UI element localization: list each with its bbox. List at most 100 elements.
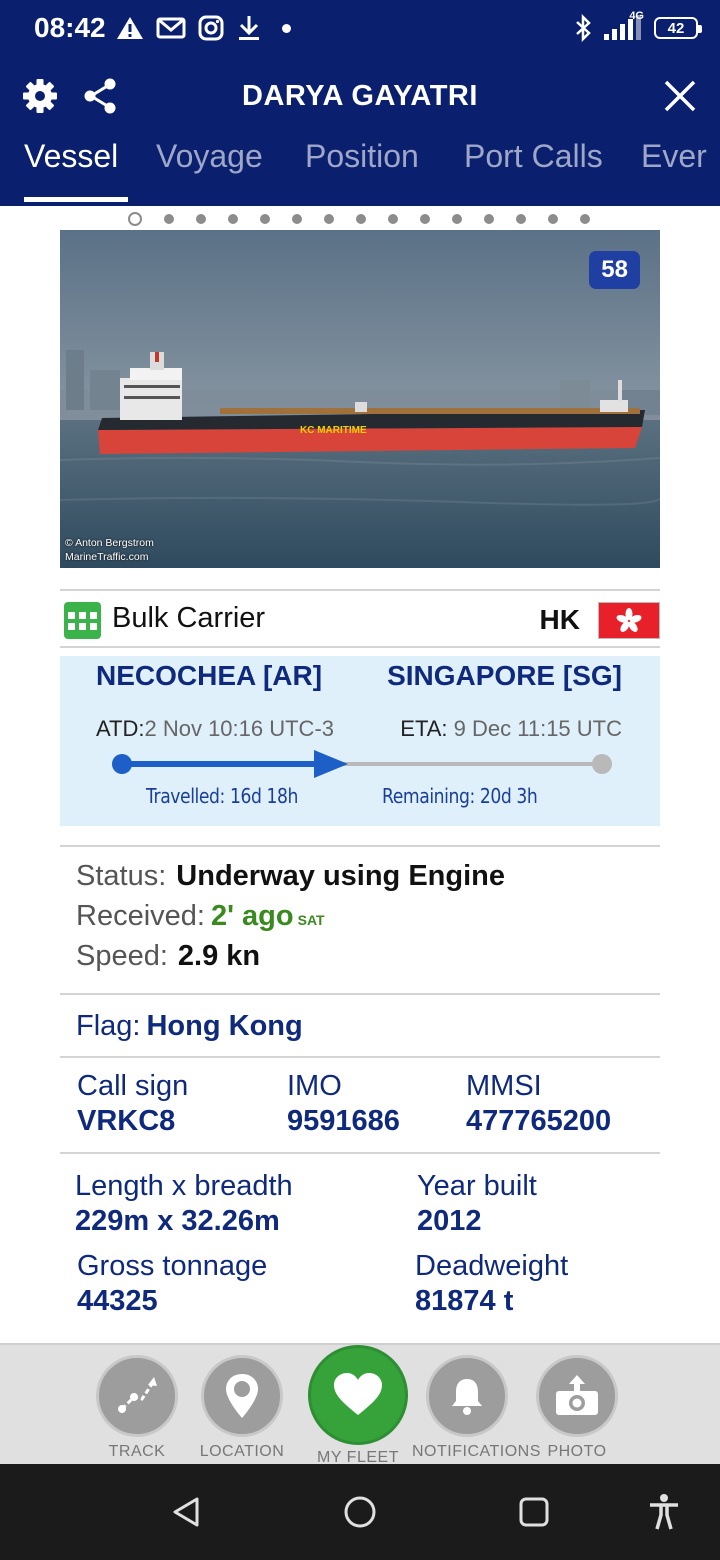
hull-text: KC MARITIME [300, 425, 367, 436]
received-row: Received: 2' ago SAT [76, 900, 505, 940]
pager-dot[interactable] [228, 214, 238, 224]
pager-dot[interactable] [388, 214, 398, 224]
nav-track[interactable]: TRACK [82, 1355, 192, 1461]
gmail-icon [156, 17, 186, 39]
vessel-type-icon [64, 602, 101, 639]
gross-tonnage-cell: Gross tonnage 44325 [77, 1250, 267, 1318]
recents-icon[interactable] [512, 1490, 556, 1534]
vessel-progress-arrow-icon [314, 750, 348, 778]
nav-location[interactable]: LOCATION [187, 1355, 297, 1461]
track-icon[interactable] [96, 1355, 178, 1437]
deadweight-cell: Deadweight 81874 t [415, 1250, 568, 1318]
length-breadth-label: Length x breadth [75, 1170, 293, 1202]
year-built-label: Year built [417, 1170, 537, 1202]
nav-photo-label: PHOTO [547, 1443, 607, 1460]
origin-port[interactable]: NECOCHEA [AR] [96, 660, 322, 692]
accessibility-icon[interactable] [642, 1490, 686, 1534]
pager-dot[interactable] [164, 214, 174, 224]
length-breadth-cell: Length x breadth 229m x 32.26m [75, 1170, 293, 1238]
divider [60, 589, 660, 591]
nav-track-label: TRACK [108, 1443, 166, 1460]
gross-tonnage-value: 44325 [77, 1285, 158, 1317]
vessel-type-label: Bulk Carrier [112, 602, 266, 634]
pager-dot[interactable] [516, 214, 526, 224]
divider [60, 1152, 660, 1154]
back-icon[interactable] [164, 1490, 208, 1534]
pager-dot[interactable] [260, 214, 270, 224]
destination-port[interactable]: SINGAPORE [SG] [387, 660, 622, 692]
nav-notifications-label: NOTIFICATIONS [412, 1443, 541, 1460]
pager-dot[interactable] [324, 214, 334, 224]
eta-value: 9 Dec 11:15 UTC [453, 716, 622, 741]
pager-dot[interactable] [292, 214, 302, 224]
camera-upload-icon[interactable] [536, 1355, 618, 1437]
received-source: SAT [297, 912, 325, 928]
status-value: Underway using Engine [176, 860, 505, 892]
photo-credit: © Anton Bergstrom MarineTraffic.com [65, 536, 154, 564]
tab-position[interactable]: Position [305, 138, 419, 175]
call-sign-label: Call sign [77, 1070, 189, 1102]
year-built-value: 2012 [417, 1205, 482, 1237]
imo-value: 9591686 [287, 1105, 400, 1137]
notification-icons [116, 10, 291, 46]
voyage-route-panel[interactable]: NECOCHEA [AR] SINGAPORE [SG] ATD:2 Nov 1… [60, 656, 660, 826]
nav-photo[interactable]: PHOTO [522, 1355, 632, 1461]
heart-icon[interactable] [308, 1345, 408, 1445]
atd-label: ATD: [96, 716, 145, 741]
speed-label: Speed: [76, 940, 168, 972]
mmsi-cell: MMSI 477765200 [466, 1070, 611, 1138]
system-navigation-bar [0, 1464, 720, 1560]
flag-row: Flag: Hong Kong [76, 1010, 303, 1043]
photo-count-badge: 58 [589, 251, 640, 289]
ship-image: KC MARITIME [60, 230, 660, 568]
voyage-progress-fill [122, 761, 338, 767]
imo-label: IMO [287, 1070, 342, 1102]
pager-dot[interactable] [420, 214, 430, 224]
tab-voyage[interactable]: Voyage [156, 138, 263, 175]
bluetooth-icon [576, 14, 591, 42]
photo-pager[interactable] [128, 212, 590, 226]
vessel-type-row: Bulk Carrier HK [60, 592, 660, 646]
pager-dot[interactable] [356, 214, 366, 224]
location-pin-icon[interactable] [201, 1355, 283, 1437]
atd-value: 2 Nov 10:16 UTC-3 [144, 716, 335, 741]
gross-tonnage-label: Gross tonnage [77, 1250, 268, 1282]
vessel-name-title: DARYA GAYATRI [242, 80, 478, 112]
remaining-time: Remaining: 20d 3h [382, 784, 538, 808]
instagram-icon [198, 15, 224, 41]
flag-label: Flag: [76, 1010, 141, 1042]
bell-icon[interactable] [426, 1355, 508, 1437]
photo-credit-source: MarineTraffic.com [65, 551, 149, 563]
pager-dot[interactable] [484, 214, 494, 224]
year-built-cell: Year built 2012 [417, 1170, 537, 1238]
destination-dot [592, 754, 612, 774]
dot-icon [282, 23, 291, 33]
divider [60, 1056, 660, 1058]
mmsi-label: MMSI [466, 1070, 542, 1102]
status-block: Status: Underway using Engine Received: … [76, 860, 505, 980]
vessel-photo[interactable]: KC MARITIME 58 © Anton Bergstrom MarineT… [60, 230, 660, 568]
pager-dot[interactable] [128, 212, 142, 226]
pager-dot[interactable] [548, 214, 558, 224]
tab-vessel[interactable]: Vessel [24, 138, 118, 175]
tab-events[interactable]: Ever [641, 138, 707, 175]
nav-location-label: LOCATION [199, 1443, 285, 1460]
photo-credit-author: © Anton Bergstrom [65, 537, 154, 549]
pager-dot[interactable] [196, 214, 206, 224]
pager-dot[interactable] [580, 214, 590, 224]
battery-level: 42 [667, 19, 685, 37]
tab-port-calls[interactable]: Port Calls [464, 138, 603, 175]
nav-my-fleet[interactable]: MY FLEET [303, 1345, 413, 1467]
length-breadth-value: 229m x 32.26m [75, 1205, 280, 1237]
app-header: DARYA GAYATRI Vessel Voyage Position Por… [0, 56, 720, 206]
deadweight-label: Deadweight [415, 1250, 569, 1282]
nav-notifications[interactable]: NOTIFICATIONS [412, 1355, 541, 1461]
pager-dot[interactable] [452, 214, 462, 224]
home-icon[interactable] [338, 1490, 382, 1534]
close-icon[interactable] [660, 76, 700, 116]
hong-kong-flag-icon [598, 602, 660, 639]
divider [60, 845, 660, 847]
status-row: Status: Underway using Engine [76, 860, 505, 900]
atd: ATD:2 Nov 10:16 UTC-3 [96, 716, 334, 742]
origin-dot [112, 754, 132, 774]
